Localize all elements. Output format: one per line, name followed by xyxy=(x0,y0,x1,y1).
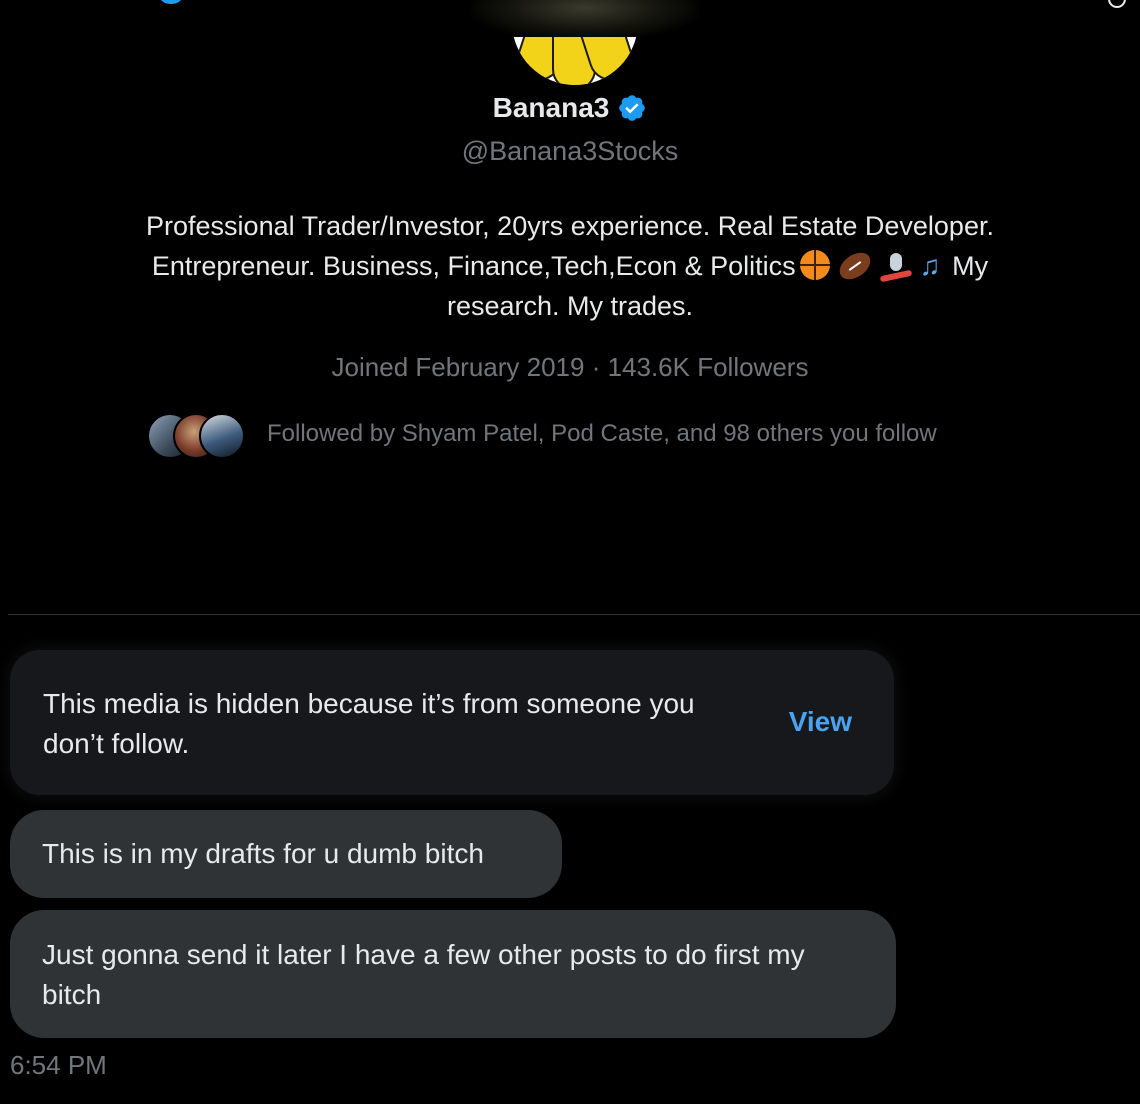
followed-by-row[interactable]: Followed by Shyam Patel, Pod Caste, and … xyxy=(147,410,937,459)
bio-line-2-end: My xyxy=(952,251,989,281)
bio-line-3: research. My trades. xyxy=(446,291,694,321)
bio-line-1: Professional Trader/Investor, 20yrs expe… xyxy=(146,211,994,241)
bio-line-2-text: Entrepreneur. Business, Finance,Tech,Eco… xyxy=(151,251,796,281)
snowboarder-icon xyxy=(879,251,912,283)
verified-icon[interactable] xyxy=(617,93,647,123)
hidden-media-card: This media is hidden because it’s from s… xyxy=(10,650,894,795)
view-button[interactable]: View xyxy=(789,706,852,738)
profile-name: Banana3 xyxy=(0,92,1140,124)
hidden-media-text: This media is hidden because it’s from s… xyxy=(43,688,695,759)
profile-meta: Joined February 2019 · 143.6K Followers xyxy=(331,352,809,382)
basketball-icon xyxy=(799,250,830,280)
music-notes-icon: ♫ xyxy=(919,250,941,281)
profile-handle: @Banana3Stocks xyxy=(461,136,679,166)
info-icon-partial[interactable] xyxy=(1108,0,1126,8)
header-image-edge xyxy=(470,0,700,40)
profile-avatar[interactable] xyxy=(510,37,640,89)
profile-display-name: Banana3 xyxy=(492,92,610,123)
message-timestamp: 6:54 PM xyxy=(10,1050,107,1080)
verified-badge-icon-partial xyxy=(160,0,182,4)
followed-by-text: Followed by Shyam Patel, Pod Caste, and … xyxy=(267,420,937,447)
avatar xyxy=(199,413,245,459)
message-bubble[interactable]: This is in my drafts for u dumb bitch xyxy=(10,810,562,898)
message-bubble[interactable]: Just gonna send it later I have a few ot… xyxy=(10,910,896,1038)
avatar-image xyxy=(512,37,638,85)
profile-bio: Professional Trader/Investor, 20yrs expe… xyxy=(80,206,1060,326)
divider xyxy=(8,614,1140,615)
football-icon xyxy=(834,247,875,285)
follower-avatars xyxy=(147,411,245,459)
bio-line-2: Entrepreneur. Business, Finance,Tech,Eco… xyxy=(80,246,1060,286)
